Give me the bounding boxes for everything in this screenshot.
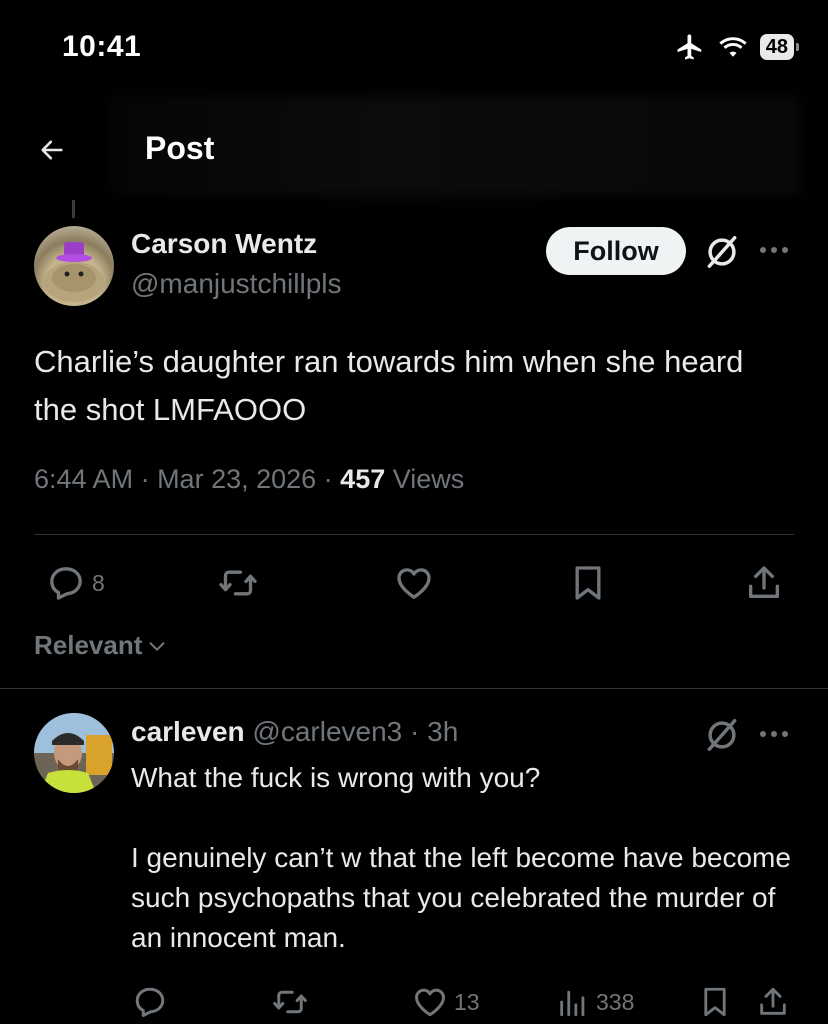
sort-dropdown[interactable]: Relevant xyxy=(34,630,168,661)
divider xyxy=(34,534,794,535)
reply-text: What the fuck is wrong with you? I genui… xyxy=(131,758,791,998)
battery-icon: 48 xyxy=(759,34,800,60)
avatar-image xyxy=(44,242,104,302)
status-icons: 48 xyxy=(674,32,800,62)
reply-icon xyxy=(135,987,165,1017)
reply-avatar[interactable] xyxy=(34,713,114,793)
views-button[interactable]: 338 xyxy=(556,984,634,1020)
bookmark-icon xyxy=(575,566,601,600)
reply-text-paragraph: I genuinely can’t w that the left become… xyxy=(131,842,791,953)
repost-icon xyxy=(273,990,307,1014)
reply-time[interactable]: 3h xyxy=(427,716,458,747)
share-icon xyxy=(760,987,786,1015)
reply-author-handle[interactable]: @carleven3 xyxy=(252,716,402,747)
repost-button[interactable] xyxy=(270,984,310,1020)
wifi-icon xyxy=(719,37,747,57)
page-title: Post xyxy=(145,130,215,166)
back-button[interactable] xyxy=(30,130,74,170)
grok-icon[interactable] xyxy=(703,233,741,271)
post-text: Charlie’s daughter ran towards him when … xyxy=(34,344,744,427)
avatar-image xyxy=(34,713,114,793)
grok-icon[interactable] xyxy=(703,716,741,754)
reply-count: 8 xyxy=(92,569,105,596)
views-icon xyxy=(560,990,585,1017)
reply-icon xyxy=(50,567,82,600)
reply-text-paragraph: What the fuck is wrong with you? xyxy=(131,762,541,793)
repost-icon xyxy=(219,570,257,596)
sort-label: Relevant xyxy=(34,630,143,660)
share-button[interactable] xyxy=(756,984,790,1020)
more-icon[interactable] xyxy=(760,729,794,739)
status-time: 10:41 xyxy=(62,30,142,63)
airplane-icon xyxy=(677,34,701,60)
repost-button[interactable] xyxy=(216,563,260,603)
share-button[interactable] xyxy=(744,563,784,603)
bookmark-button[interactable] xyxy=(568,563,608,603)
post-time: 6:44 AM xyxy=(34,464,134,494)
author-avatar[interactable] xyxy=(34,226,114,306)
post-views-count: 457 xyxy=(340,464,386,494)
reply-button[interactable] xyxy=(132,984,168,1020)
like-icon xyxy=(414,988,446,1017)
post-views-label[interactable]: Views xyxy=(393,464,465,494)
back-arrow-icon xyxy=(41,140,63,160)
divider xyxy=(0,688,828,689)
reply-author-name[interactable]: carleven xyxy=(131,716,245,747)
more-icon[interactable] xyxy=(760,245,794,255)
chevron-down-icon xyxy=(149,641,165,651)
author-handle[interactable]: @manjustchillpls xyxy=(131,268,342,300)
like-icon xyxy=(397,568,431,599)
author-name[interactable]: Carson Wentz xyxy=(131,228,317,260)
like-button[interactable]: 13 xyxy=(412,984,480,1020)
view-count: 338 xyxy=(596,988,635,1015)
follow-button[interactable]: Follow xyxy=(546,227,686,275)
post-date: Mar 23, 2026 xyxy=(157,464,317,494)
share-icon xyxy=(749,566,779,598)
like-count: 13 xyxy=(454,988,480,1015)
reply-header: carleven @carleven3 · 3h xyxy=(131,716,458,748)
post-meta: 6:44 AM · Mar 23, 2026 · 457 Views xyxy=(34,464,465,494)
reply-separator: · xyxy=(410,716,420,747)
bookmark-icon xyxy=(704,987,726,1017)
bookmark-button[interactable] xyxy=(698,984,732,1020)
like-button[interactable] xyxy=(393,563,435,603)
thread-line xyxy=(72,200,75,218)
reply-button[interactable]: 8 xyxy=(46,563,105,603)
